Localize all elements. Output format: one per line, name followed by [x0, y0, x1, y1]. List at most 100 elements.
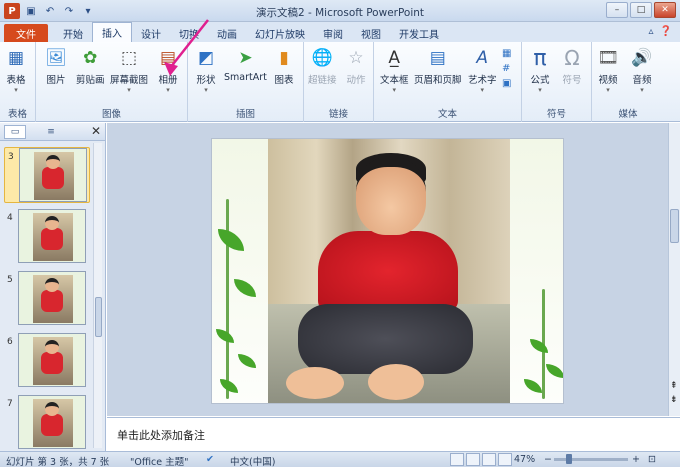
thumbnail-image: [18, 395, 86, 449]
thumbnail-image: [18, 271, 86, 325]
help-icon[interactable]: ❓: [660, 26, 672, 37]
group-label-illustrations: 插图: [235, 109, 255, 120]
symbol-label: 符号: [562, 75, 582, 86]
smartart-icon: ➤: [238, 48, 253, 68]
slide-number: 6: [7, 337, 13, 347]
date-time-icon[interactable]: ▦: [502, 48, 511, 59]
tab-slideshow[interactable]: 幻灯片放映: [246, 24, 314, 42]
vine-decoration: [226, 199, 229, 399]
ribbon-right-controls: ▵ ❓: [649, 26, 672, 37]
zoom-level[interactable]: 47%: [514, 454, 535, 465]
header-footer-button[interactable]: ▤ 页眉和页脚: [414, 46, 462, 86]
leaf-decoration: [216, 329, 234, 343]
next-slide-icon[interactable]: ⇟: [670, 395, 678, 405]
smartart-label: SmartArt: [224, 72, 267, 83]
pointer-arrow-annotation: [164, 19, 209, 76]
leaf-decoration: [530, 339, 548, 353]
slide-number-icon[interactable]: #: [502, 63, 511, 74]
chart-button[interactable]: ▮ 图表: [272, 46, 296, 86]
speaker-icon: 🔊: [631, 48, 653, 68]
group-label-images: 图像: [101, 109, 121, 120]
editor-scrollbar[interactable]: ⇞ ⇟: [668, 123, 680, 416]
slide-number: 7: [7, 399, 13, 409]
wordart-button[interactable]: A 艺术字 ▾: [468, 46, 497, 94]
hyperlink-button[interactable]: 🌐 超链接: [308, 46, 337, 86]
tab-file[interactable]: 文件: [4, 24, 48, 42]
spellcheck-icon[interactable]: ✔: [206, 454, 214, 465]
slide-thumbnail[interactable]: 5: [4, 271, 90, 327]
maximize-button[interactable]: □: [630, 2, 652, 18]
video-button[interactable]: 🎞 视频 ▾: [596, 46, 620, 94]
equation-label: 公式: [530, 75, 550, 86]
dropdown-arrow-icon: ▾: [127, 86, 131, 94]
clipart-button[interactable]: ✿ 剪贴画: [76, 46, 105, 86]
tab-view[interactable]: 视图: [352, 24, 390, 42]
slideshow-view-icon[interactable]: [498, 453, 512, 466]
slides-pane-tabs: ▭ ≡ ✕: [0, 123, 105, 141]
notes-placeholder: 单击此处添加备注: [117, 429, 205, 442]
picture-button[interactable]: 🖼 图片: [44, 46, 68, 86]
dropdown-arrow-icon: ▾: [14, 86, 18, 94]
zoom-in-icon[interactable]: +: [632, 454, 640, 465]
group-media: 🎞 视频 ▾ 🔊 音频 ▾ 媒体: [592, 42, 664, 122]
leaf-decoration: [546, 364, 563, 378]
slide-thumbnail[interactable]: 6: [4, 333, 90, 389]
window-controls: – □ ✕: [606, 2, 676, 18]
slides-pane-scrollbar[interactable]: [93, 143, 102, 448]
equation-button[interactable]: π 公式 ▾: [528, 46, 552, 95]
header-footer-icon: ▤: [429, 48, 446, 68]
leaf-decoration: [218, 229, 244, 251]
slide-sorter-view-icon[interactable]: [466, 453, 480, 466]
zoom-slider-thumb[interactable]: [566, 454, 572, 464]
group-label-symbols: 符号: [546, 109, 566, 120]
reading-view-icon[interactable]: [482, 453, 496, 466]
leaf-decoration: [524, 379, 542, 393]
audio-button[interactable]: 🔊 音频 ▾: [630, 46, 654, 94]
slide-thumbnail[interactable]: 4: [4, 209, 90, 265]
notes-pane[interactable]: 单击此处添加备注: [107, 417, 680, 451]
object-icon[interactable]: ▣: [502, 78, 511, 89]
window-title: 演示文稿2 - Microsoft PowerPoint: [255, 7, 425, 19]
dropdown-arrow-icon: ▾: [606, 86, 610, 94]
normal-view-icon[interactable]: [450, 453, 464, 466]
screenshot-button[interactable]: ⬚ 屏幕截图 ▾: [110, 46, 148, 94]
slides-tab-icon[interactable]: ▭: [4, 125, 26, 139]
slide-photo[interactable]: [268, 139, 510, 403]
scrollbar-thumb[interactable]: [95, 297, 102, 337]
scrollbar-thumb[interactable]: [670, 209, 679, 243]
thumbnail-image: [19, 148, 87, 202]
previous-slide-icon[interactable]: ⇞: [670, 381, 678, 391]
annotation-arrow-line: [169, 19, 209, 69]
wordart-label: 艺术字: [468, 75, 497, 86]
leaf-decoration: [238, 354, 256, 368]
tab-review[interactable]: 审阅: [314, 24, 352, 42]
minimize-ribbon-icon[interactable]: ▵: [649, 26, 654, 37]
slide-thumbnail[interactable]: 3: [4, 147, 90, 203]
outline-tab-icon[interactable]: ≡: [40, 125, 62, 139]
zoom-out-icon[interactable]: −: [544, 454, 552, 465]
dropdown-arrow-icon: ▾: [480, 86, 485, 94]
audio-label: 音频: [632, 75, 652, 86]
group-links: 🌐 超链接 ☆ 动作 链接: [304, 42, 374, 122]
theme-status: "Office 主题": [130, 457, 189, 468]
tab-insert[interactable]: 插入: [92, 22, 132, 42]
smartart-button[interactable]: ➤ SmartArt: [224, 46, 267, 83]
tab-developer[interactable]: 开发工具: [390, 24, 448, 42]
tab-home[interactable]: 开始: [54, 24, 92, 42]
fit-slide-icon[interactable]: ⊡: [648, 454, 656, 465]
close-pane-icon[interactable]: ✕: [91, 124, 101, 138]
chart-icon: ▮: [279, 48, 289, 68]
table-button[interactable]: ▦ 表格 ▾: [4, 46, 28, 94]
leaf-decoration: [234, 279, 256, 297]
symbol-button[interactable]: Ω 符号: [560, 46, 584, 86]
title-bar: P ▣ ↶ ↷ ▾ 演示文稿2 - Microsoft PowerPoint –…: [0, 0, 680, 22]
annotation-arrow-head: [164, 62, 178, 76]
slide-thumbnail[interactable]: 7: [4, 395, 90, 451]
current-slide[interactable]: [211, 138, 564, 404]
group-label-links: 链接: [328, 109, 348, 120]
action-button[interactable]: ☆ 动作: [344, 46, 368, 86]
minimize-button[interactable]: –: [606, 2, 628, 18]
close-button[interactable]: ✕: [654, 2, 676, 18]
dropdown-arrow-icon: ▾: [392, 86, 397, 94]
textbox-button[interactable]: A̲ 文本框 ▾: [380, 46, 409, 94]
